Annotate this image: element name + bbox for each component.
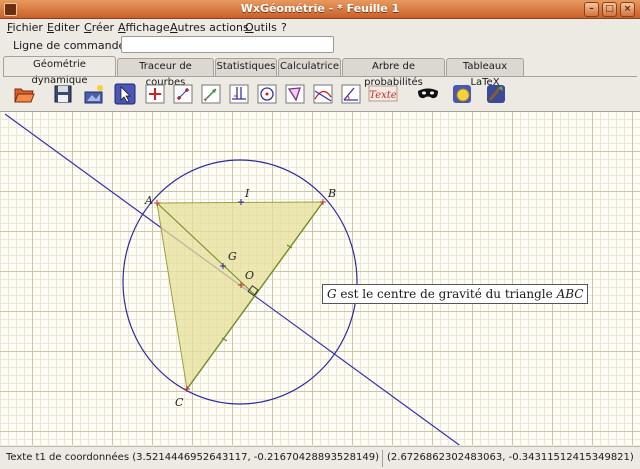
point-icon[interactable] bbox=[143, 82, 167, 106]
title-bar: WxGéométrie - * Feuille 1 – □ × bbox=[0, 0, 640, 19]
tab-tableaux-latex[interactable]: Tableaux LaTeX bbox=[446, 58, 524, 88]
brush-icon[interactable] bbox=[484, 82, 508, 106]
status-object-info: Texte t1 de coordonnées (3.5214446952643… bbox=[6, 452, 380, 463]
floppy-save-icon[interactable] bbox=[51, 82, 75, 106]
point-label-o[interactable]: O bbox=[245, 269, 254, 282]
command-line-input[interactable] bbox=[121, 36, 334, 53]
mask-icon[interactable] bbox=[416, 82, 440, 106]
text-t1-g: G bbox=[327, 287, 337, 301]
minimize-button[interactable]: – bbox=[584, 2, 599, 17]
tab-geometrie-dynamique[interactable]: Géométrie dynamique bbox=[3, 56, 116, 86]
tab-arbre-de-probabilites[interactable]: Arbre de probabilités bbox=[342, 58, 445, 88]
menu-autres-actions[interactable]: Autres actions bbox=[170, 21, 249, 34]
color-fill-icon[interactable] bbox=[450, 82, 474, 106]
status-cursor-coordinates: (2.6726862302483063, -0.3431151241534982… bbox=[387, 452, 634, 463]
point-label-c[interactable]: C bbox=[175, 396, 183, 409]
text-t1-body: est le centre de gravité du triangle bbox=[336, 287, 557, 301]
maximize-button[interactable]: □ bbox=[602, 2, 617, 17]
text-tool-icon[interactable]: Texte bbox=[368, 82, 398, 106]
point-label-i[interactable]: I bbox=[245, 187, 249, 200]
tab-divider bbox=[3, 76, 637, 77]
window-title: WxGéométrie - * Feuille 1 bbox=[240, 2, 400, 15]
point-label-b[interactable]: B bbox=[328, 187, 336, 200]
toolbar: Texte bbox=[10, 82, 530, 108]
text-t1-abc: ABC bbox=[556, 287, 584, 301]
drawing-canvas[interactable]: A B C I G O G est le centre de gravité d… bbox=[0, 111, 640, 445]
menu-help[interactable]: ? bbox=[281, 21, 287, 34]
curve-intersection-icon[interactable] bbox=[311, 82, 335, 106]
tab-bar: Géométrie dynamique Traceur de courbes S… bbox=[3, 56, 637, 88]
status-separator bbox=[382, 450, 383, 467]
menu-affichage[interactable]: Affichage bbox=[118, 21, 170, 34]
vector-icon[interactable] bbox=[199, 82, 223, 106]
points-icon[interactable] bbox=[171, 82, 195, 106]
menu-fichier[interactable]: Fichier bbox=[7, 21, 43, 34]
tab-calculatrice[interactable]: Calculatrice bbox=[278, 58, 341, 76]
polygon-icon[interactable] bbox=[283, 82, 307, 106]
close-button[interactable]: × bbox=[620, 2, 635, 17]
menu-outils[interactable]: Outils bbox=[245, 21, 277, 34]
geometry-figure bbox=[4, 113, 461, 445]
point-label-a[interactable]: A bbox=[145, 194, 153, 207]
menu-bar: Fichier Editer Créer Affichage Autres ac… bbox=[0, 19, 640, 36]
text-tool-label: Texte bbox=[369, 90, 396, 101]
circle-icon[interactable] bbox=[255, 82, 279, 106]
menu-editer[interactable]: Editer bbox=[47, 21, 80, 34]
point-label-g[interactable]: G bbox=[228, 250, 237, 263]
triangle-abc[interactable] bbox=[156, 201, 324, 391]
command-line-label: Ligne de commande : bbox=[13, 39, 133, 52]
status-bar: Texte t1 de coordonnées (3.5214446952643… bbox=[0, 446, 640, 469]
cursor-arrow-icon[interactable] bbox=[113, 82, 137, 106]
perpendicular-icon[interactable] bbox=[227, 82, 251, 106]
tab-traceur-de-courbes[interactable]: Traceur de courbes bbox=[117, 58, 214, 88]
tab-statistiques[interactable]: Statistiques bbox=[215, 58, 277, 76]
text-t1[interactable]: G est le centre de gravité du triangle A… bbox=[322, 284, 589, 304]
menu-creer[interactable]: Créer bbox=[84, 21, 114, 34]
angle-icon[interactable] bbox=[339, 82, 363, 106]
image-export-icon[interactable] bbox=[82, 82, 106, 106]
folder-open-icon[interactable] bbox=[12, 82, 36, 106]
